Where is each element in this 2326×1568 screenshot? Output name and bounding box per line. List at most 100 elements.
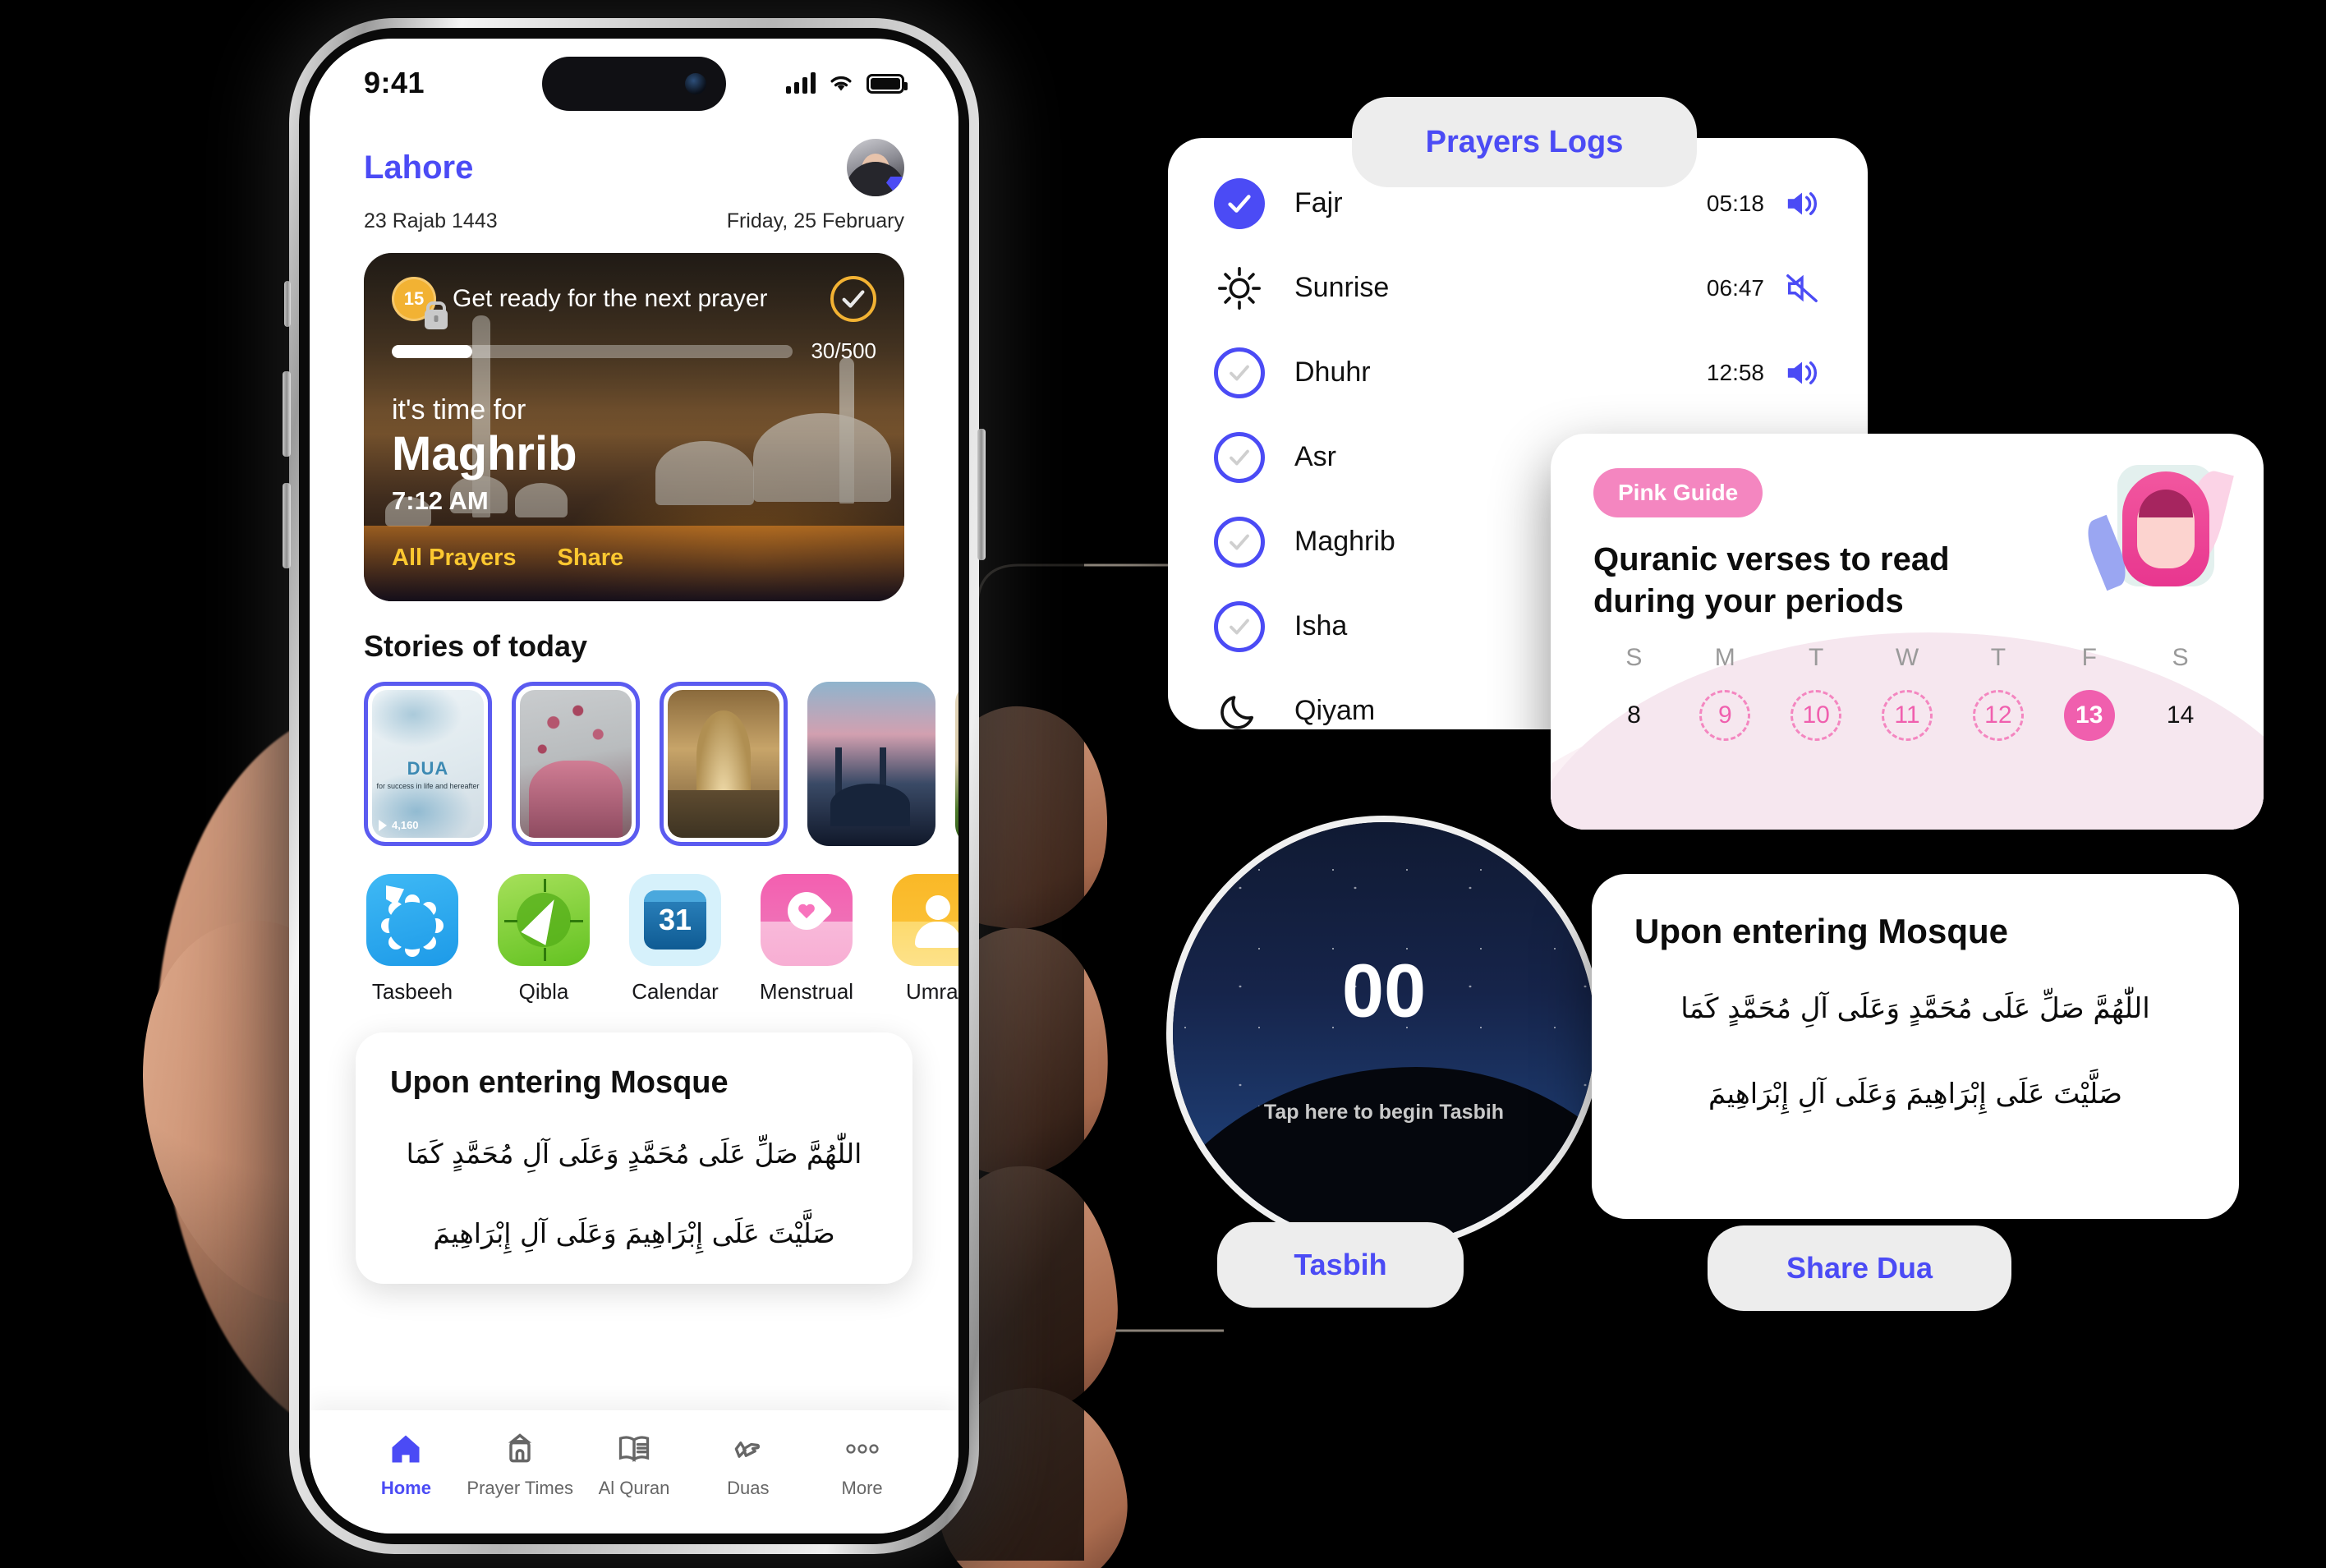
prayer-time: 7:12 AM — [392, 486, 489, 515]
story-thumbnail-dua: DUA for success in life and hereafter 4,… — [372, 690, 484, 838]
praying-hands-icon — [691, 1428, 805, 1469]
calendar-icon: 31 — [629, 874, 721, 966]
completed-check-icon[interactable] — [830, 276, 876, 322]
shortcut-qibla[interactable]: Qibla — [495, 874, 592, 1005]
calendar-day-cell[interactable]: 14 — [2155, 690, 2206, 741]
tab-label: Home — [380, 1478, 431, 1498]
dua-card[interactable]: Upon entering Mosque اللّٰهُمَّ صَلِّ عَ… — [356, 1032, 912, 1285]
shortcut-menstrual[interactable]: Menstrual — [758, 874, 855, 1005]
calendar-day-cell[interactable]: 10 — [1790, 690, 1842, 742]
list-item[interactable] — [807, 682, 935, 846]
progress-count: 30/500 — [811, 338, 876, 363]
check-ring-icon[interactable] — [1214, 600, 1265, 652]
stories-row[interactable]: DUA for success in life and hereafter 4,… — [310, 682, 958, 846]
prayer-beads-icon — [366, 874, 458, 966]
power-button[interactable] — [977, 429, 986, 560]
shortcut-label: Umrah — [905, 979, 958, 1004]
table-row[interactable]: Sunrise 06:47 — [1214, 246, 1822, 330]
status-bar: 9:41 — [310, 39, 958, 127]
open-book-icon — [577, 1428, 692, 1469]
week-calendar[interactable]: S M T W T F S 8 9 10 11 12 13 14 — [1551, 644, 2264, 742]
pink-guide-title: Quranic verses to read during your perio… — [1593, 541, 1950, 620]
app-header: Lahore — [310, 127, 958, 196]
calendar-day-cell[interactable]: 12 — [1972, 690, 2024, 742]
story-thumbnail-night-mosque — [807, 682, 935, 846]
status-time: 9:41 — [364, 66, 425, 99]
streak-count: 15 — [403, 288, 425, 309]
calendar-day-cell[interactable]: 9 — [1699, 690, 1751, 742]
calendar-day-cell-selected[interactable]: 13 — [2063, 690, 2115, 742]
list-item[interactable] — [512, 682, 640, 846]
all-prayers-button[interactable]: All Prayers — [392, 545, 517, 572]
weekday-label: F — [2081, 644, 2097, 672]
phone-screen: 9:41 Lahore 23 Rajab 1443 Friday, 25 Feb… — [310, 39, 958, 1534]
check-ring-icon[interactable] — [1214, 431, 1265, 483]
dua-float-arabic-line-2: صَلَّيْتَ عَلَى إِبْرَاهِيمَ وَعَلَى آلِ… — [1708, 1078, 2122, 1110]
calendar-day: 31 — [658, 903, 692, 936]
avatar[interactable] — [847, 139, 904, 196]
volume-down-button[interactable] — [283, 483, 291, 568]
share-dua-chip[interactable]: Share Dua — [1708, 1225, 2011, 1311]
water-drop-heart-icon — [761, 874, 853, 966]
wifi-icon — [830, 76, 852, 91]
story-thumbnail-mosque-interior — [668, 690, 779, 838]
tab-label: Prayer Times — [467, 1478, 573, 1498]
weekday-label: T — [1808, 644, 1824, 672]
list-item[interactable] — [660, 682, 788, 846]
tab-label: More — [841, 1478, 883, 1498]
tab-label: Duas — [727, 1478, 770, 1498]
calendar-day-cell[interactable]: 11 — [1882, 690, 1933, 742]
tab-more[interactable]: More — [805, 1428, 919, 1499]
pink-guide-card[interactable]: Pink Guide Quranic verses to read during… — [1551, 434, 2264, 830]
tab-al-quran[interactable]: Al Quran — [577, 1428, 692, 1499]
calendar-day-cell[interactable]: 8 — [1608, 690, 1659, 741]
silent-switch[interactable] — [284, 281, 291, 327]
tasbih-counter-widget[interactable]: 00 Tap here to begin Tasbih — [1166, 816, 1602, 1251]
speaker-on-icon[interactable] — [1764, 356, 1822, 390]
weekday-label: M — [1714, 644, 1735, 672]
check-filled-icon[interactable] — [1214, 177, 1265, 229]
person-icon — [892, 874, 958, 966]
prayer-time: 05:18 — [1706, 190, 1764, 216]
shortcut-label: Tasbeeh — [371, 979, 453, 1004]
table-row[interactable]: Dhuhr 12:58 — [1214, 330, 1822, 415]
status-indicators — [786, 72, 908, 94]
check-ring-icon[interactable] — [1214, 516, 1265, 568]
shortcut-label: Calendar — [632, 979, 719, 1004]
list-item[interactable] — [955, 682, 958, 846]
bottom-tab-bar[interactable]: Home Prayer Times Al Quran Duas More — [310, 1410, 958, 1534]
share-button[interactable]: Share — [558, 545, 624, 572]
shortcut-umrah[interactable]: Umrah — [889, 874, 958, 1005]
lock-icon — [425, 310, 448, 329]
check-ring-icon[interactable] — [1214, 347, 1265, 398]
prayer-info: it's time for Maghrib 7:12 AM — [392, 394, 577, 516]
hero-banner-text: Get ready for the next prayer — [453, 285, 768, 312]
next-prayer-card[interactable]: 15 Get ready for the next prayer 30/500 … — [364, 253, 904, 601]
play-icon — [379, 819, 387, 831]
hijab-woman-illustration — [2080, 462, 2234, 600]
weekday-label: T — [1990, 644, 2007, 672]
prayers-logs-chip[interactable]: Prayers Logs — [1352, 97, 1697, 187]
list-item[interactable]: DUA for success in life and hereafter 4,… — [364, 682, 492, 846]
prayer-time: 06:47 — [1706, 274, 1764, 301]
front-camera-icon — [685, 73, 706, 94]
mosque-icon — [463, 1428, 577, 1469]
tab-prayer-times[interactable]: Prayer Times — [463, 1428, 577, 1499]
tab-duas[interactable]: Duas — [691, 1428, 805, 1499]
progress-bar — [392, 344, 793, 358]
shortcut-tasbeeh[interactable]: Tasbeeh — [364, 874, 461, 1005]
tab-home[interactable]: Home — [349, 1428, 463, 1499]
tasbih-chip[interactable]: Tasbih — [1217, 1222, 1464, 1308]
shortcut-calendar[interactable]: 31 Calendar — [627, 874, 724, 1005]
dua-arabic-line-1: اللّٰهُمَّ صَلِّ عَلَى مُحَمَّدٍ وَعَلَى… — [406, 1138, 862, 1170]
shortcut-label: Qibla — [518, 979, 569, 1004]
home-icon — [349, 1428, 463, 1469]
tasbih-count: 00 — [1341, 949, 1427, 1033]
speaker-on-icon[interactable] — [1764, 186, 1822, 221]
volume-up-button[interactable] — [283, 371, 291, 457]
speaker-muted-icon[interactable] — [1764, 271, 1822, 306]
shortcuts-row[interactable]: Tasbeeh Qibla 31 Calendar Menstrual Umra — [310, 874, 958, 1005]
city-label[interactable]: Lahore — [364, 149, 473, 186]
dua-float-card[interactable]: Upon entering Mosque اللّٰهُمَّ صَلِّ عَ… — [1592, 874, 2239, 1219]
weekday-numbers: 8 9 10 11 12 13 14 — [1588, 690, 2226, 742]
